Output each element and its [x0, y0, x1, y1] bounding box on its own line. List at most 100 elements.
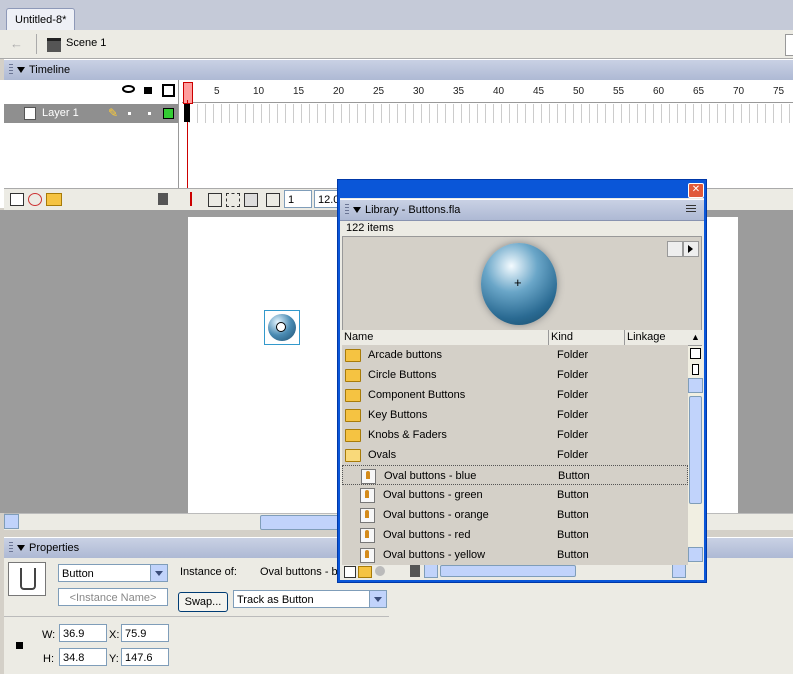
x-field[interactable]: 75.9: [121, 624, 169, 642]
item-kind: Folder: [557, 449, 589, 461]
modify-markers-icon[interactable]: [266, 193, 280, 207]
onion-skin-icon[interactable]: [208, 193, 222, 207]
swap-button[interactable]: Swap...: [178, 592, 228, 612]
layer-color-icon[interactable]: [163, 108, 174, 119]
insert-folder-icon[interactable]: [46, 193, 62, 206]
button-symbol-icon: [360, 488, 375, 503]
new-folder-toggle-icon[interactable]: [690, 348, 701, 359]
lock-dot-icon[interactable]: [148, 112, 151, 115]
document-tab[interactable]: Untitled-8*: [6, 8, 76, 31]
list-item[interactable]: Oval buttons - green Button: [342, 485, 688, 505]
new-folder-icon[interactable]: [358, 566, 372, 578]
list-item[interactable]: Oval buttons - orange Button: [342, 505, 688, 525]
track-select[interactable]: Track as Button: [233, 590, 387, 608]
stop-button[interactable]: [667, 241, 683, 257]
width-label: W:: [42, 629, 56, 641]
list-item[interactable]: Component Buttons Folder: [342, 385, 688, 405]
close-icon[interactable]: ✕: [688, 183, 704, 198]
list-item[interactable]: Ovals Folder: [342, 445, 688, 465]
frame-number: 45: [533, 86, 545, 97]
width-field[interactable]: 36.9: [59, 624, 107, 642]
height-field[interactable]: 34.8: [59, 648, 107, 666]
keyframe-icon[interactable]: [184, 104, 190, 122]
library-column-header: Name Kind Linkage ▲: [342, 330, 702, 346]
list-item[interactable]: Knobs & Faders Folder: [342, 425, 688, 445]
registration-point-icon: +: [514, 275, 522, 290]
collapse-triangle-icon[interactable]: [17, 67, 25, 74]
back-arrow-icon[interactable]: ←: [10, 36, 23, 51]
add-motion-guide-icon[interactable]: [28, 193, 42, 206]
list-item[interactable]: Key Buttons Folder: [342, 405, 688, 425]
column-divider: [548, 330, 549, 345]
scroll-down-arrow-icon[interactable]: [688, 547, 703, 562]
oval-button-instance[interactable]: [264, 310, 300, 345]
collapse-triangle-icon[interactable]: [17, 545, 25, 552]
scroll-left-arrow-icon[interactable]: [4, 514, 19, 529]
instance-name-input[interactable]: <Instance Name>: [58, 588, 168, 606]
chevron-down-icon[interactable]: [150, 565, 167, 581]
hscroll-right-arrow-icon[interactable]: [672, 564, 686, 578]
list-item[interactable]: Arcade buttons Folder: [342, 345, 688, 365]
button-symbol-icon: [360, 548, 375, 563]
delete-icon[interactable]: [410, 565, 420, 577]
library-panel-header[interactable]: Library - Buttons.fla: [340, 199, 704, 221]
item-name: Knobs & Faders: [368, 429, 447, 441]
layer-name[interactable]: Layer 1: [42, 107, 79, 119]
scroll-up-arrow-icon[interactable]: [688, 378, 703, 393]
hscroll-thumb[interactable]: [440, 565, 576, 577]
folder-icon: [345, 349, 361, 362]
constrain-lock-icon[interactable]: [16, 642, 23, 649]
frame-ruler[interactable]: 1 5 10 15 20 25 30 35 40 45 50 55 60 65 …: [182, 80, 793, 103]
height-label: H:: [43, 653, 54, 665]
item-name: Ovals: [368, 449, 397, 461]
symbol-behavior-select[interactable]: Button: [58, 564, 168, 582]
add-layer-icon[interactable]: [10, 193, 24, 206]
grip-icon[interactable]: [9, 542, 13, 555]
column-kind[interactable]: Kind: [551, 331, 573, 343]
chevron-down-icon[interactable]: [369, 591, 386, 607]
instance-of-label: Instance of:: [180, 566, 237, 578]
item-name: Oval buttons - green: [383, 489, 483, 501]
layer-row[interactable]: Layer 1 ✎: [4, 104, 178, 123]
button-symbol-icon: [360, 508, 375, 523]
list-item[interactable]: Oval buttons - red Button: [342, 525, 688, 545]
frame-cells[interactable]: [182, 104, 793, 123]
grip-icon[interactable]: [9, 64, 13, 77]
outline-icon[interactable]: [162, 84, 175, 97]
scene-label[interactable]: Scene 1: [66, 37, 106, 49]
list-item-selected[interactable]: Oval buttons - blue Button: [342, 465, 688, 485]
collapse-triangle-icon[interactable]: [353, 207, 361, 214]
frame-number: 30: [413, 86, 425, 97]
grip-icon[interactable]: [345, 204, 349, 217]
visibility-dot-icon[interactable]: [128, 112, 131, 115]
library-vertical-scrollbar[interactable]: [688, 346, 703, 564]
column-name[interactable]: Name: [344, 331, 373, 343]
scroll-thumb[interactable]: [689, 396, 702, 504]
document-tab-bar: [0, 0, 793, 30]
playhead[interactable]: [183, 82, 193, 104]
center-frame-icon[interactable]: [190, 192, 202, 206]
eye-icon[interactable]: [122, 85, 135, 93]
onion-skin-outlines-icon[interactable]: [226, 193, 240, 207]
list-item[interactable]: Circle Buttons Folder: [342, 365, 688, 385]
current-frame-field[interactable]: 1: [284, 190, 312, 208]
pencil-icon[interactable]: ✎: [108, 106, 118, 120]
y-field[interactable]: 147.6: [121, 648, 169, 666]
lock-icon[interactable]: [144, 87, 152, 94]
options-menu-icon[interactable]: [686, 205, 696, 214]
sort-order-icon[interactable]: ▲: [691, 332, 700, 342]
item-kind: Button: [558, 470, 590, 482]
library-toolbar: [342, 564, 702, 579]
properties-icon[interactable]: [375, 566, 385, 576]
list-item[interactable]: Oval buttons - yellow Button: [342, 545, 688, 565]
hscroll-left-arrow-icon[interactable]: [424, 564, 438, 578]
timeline-panel-header[interactable]: Timeline: [4, 59, 793, 81]
edit-multiple-frames-icon[interactable]: [244, 193, 258, 207]
item-name: Oval buttons - red: [383, 529, 471, 541]
column-linkage[interactable]: Linkage: [627, 331, 666, 343]
new-symbol-icon[interactable]: [344, 566, 356, 578]
item-kind: Button: [557, 529, 589, 541]
narrow-state-icon[interactable]: [692, 364, 699, 375]
delete-layer-icon[interactable]: [158, 193, 168, 205]
scroll-thumb[interactable]: [260, 515, 342, 530]
